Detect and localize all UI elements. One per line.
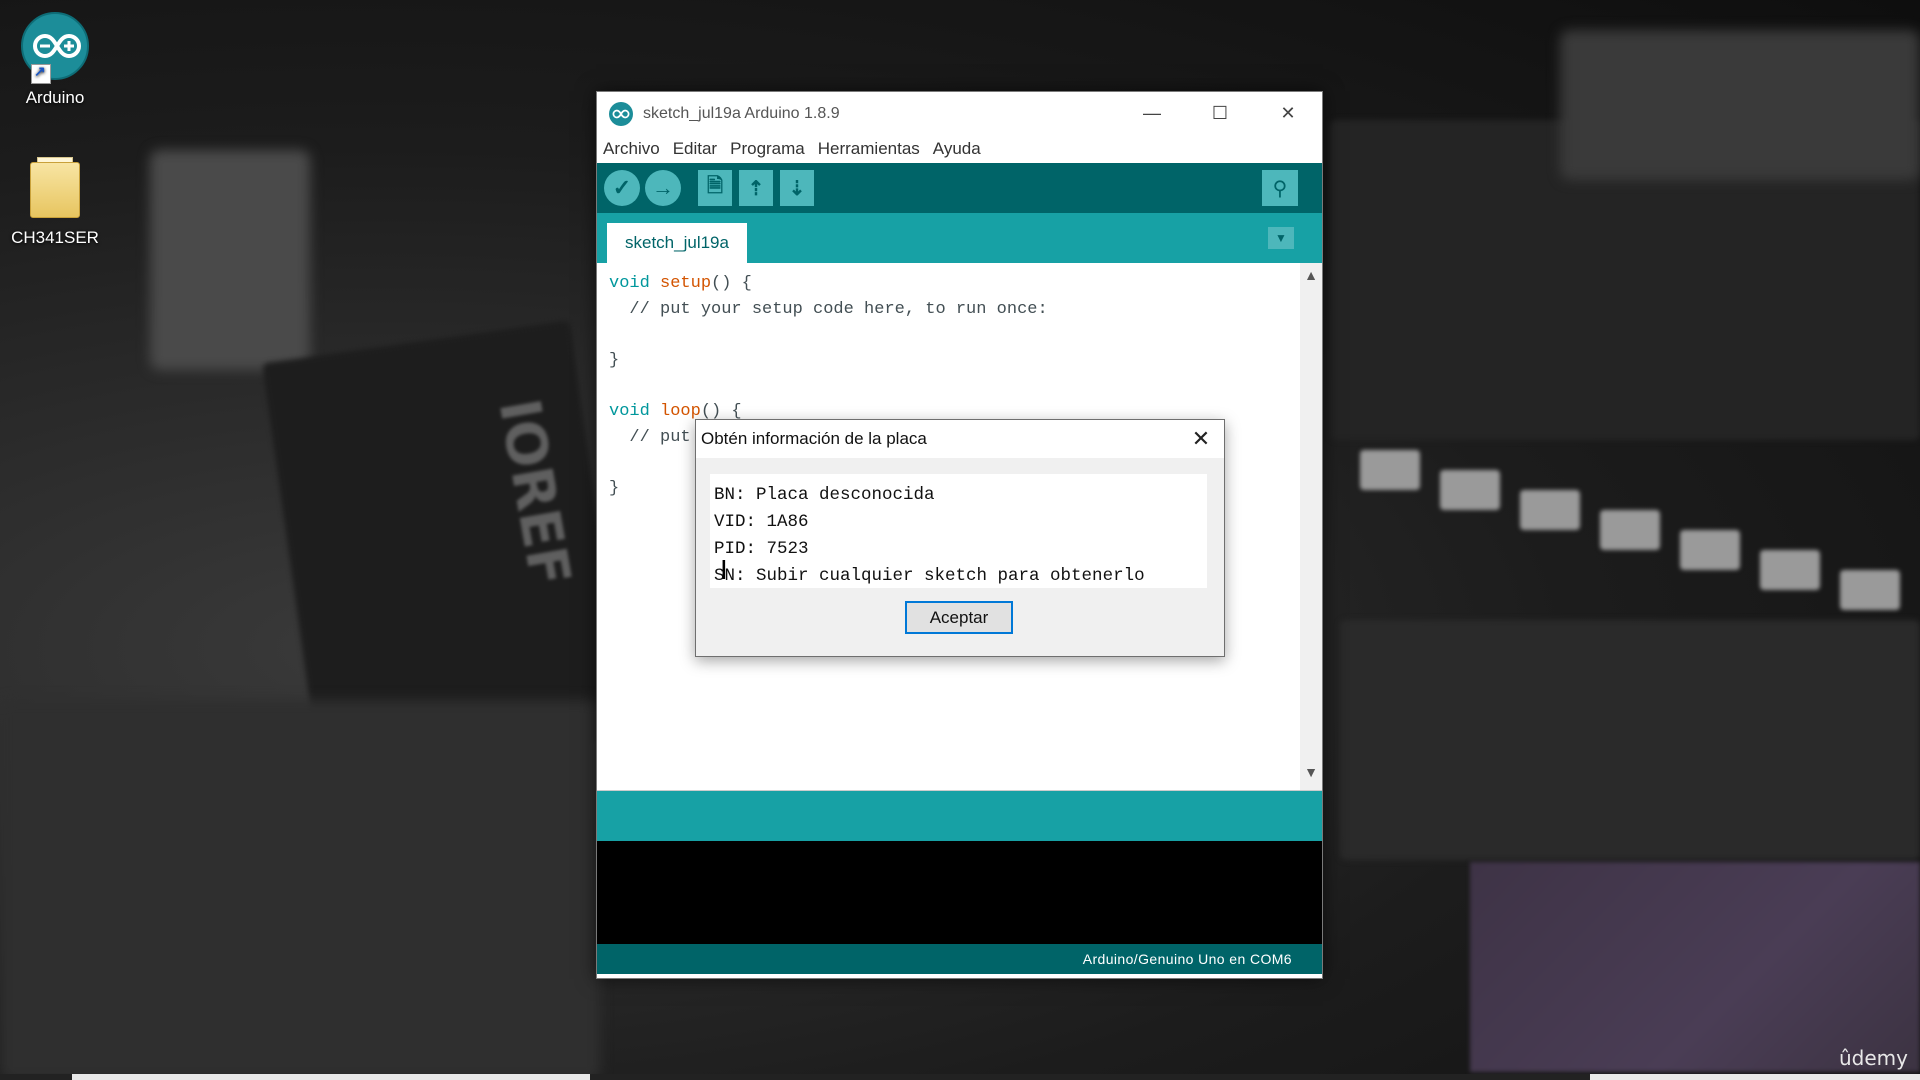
tab-menu-button[interactable]: ▼ <box>1268 227 1294 249</box>
window-titlebar[interactable]: sketch_jul19a Arduino 1.8.9 — ☐ ✕ <box>597 92 1322 135</box>
udemy-watermark: ûdemy <box>1839 1046 1908 1070</box>
dialog-titlebar[interactable]: Obtén información de la placa ✕ <box>696 420 1224 458</box>
toolbar: ✓ → 🗎 ⇡ ⇣ ⚲ <box>597 163 1322 213</box>
arrow-down-icon: ⇣ <box>788 177 806 200</box>
menu-bar: Archivo Editar Programa Herramientas Ayu… <box>597 135 1322 163</box>
chevron-down-icon: ▼ <box>1275 231 1287 245</box>
menu-herramientas[interactable]: Herramientas <box>818 139 920 159</box>
maximize-button[interactable]: ☐ <box>1186 92 1254 135</box>
board-status: Arduino/Genuino Uno en COM6 <box>597 944 1322 974</box>
window-title: sketch_jul19a Arduino 1.8.9 <box>643 104 840 122</box>
editor-scrollbar[interactable]: ▲ ▼ <box>1300 263 1322 790</box>
verify-button[interactable]: ✓ <box>604 170 640 206</box>
folder-icon <box>30 157 80 218</box>
close-button[interactable]: ✕ <box>1254 92 1322 135</box>
tab-bar: sketch_jul19a ▼ <box>597 213 1322 263</box>
serial-monitor-button[interactable]: ⚲ <box>1262 170 1298 206</box>
menu-editar[interactable]: Editar <box>673 139 717 159</box>
board-name-line: BN: Placa desconocida <box>714 485 935 505</box>
check-icon: ✓ <box>612 175 632 200</box>
board-info-text[interactable]: BN: Placa desconocida VID: 1A86 PID: 7523 S… <box>710 474 1207 588</box>
open-sketch-button[interactable]: ⇡ <box>739 170 773 206</box>
arduino-logo-icon <box>21 12 89 84</box>
upload-button[interactable]: → <box>645 170 681 206</box>
desktop-icon-ch341ser[interactable]: CH341SER <box>0 157 110 248</box>
text-cursor-icon: I <box>720 556 728 586</box>
pid-line: PID: 7523 <box>714 539 809 559</box>
minimize-button[interactable]: — <box>1118 92 1186 135</box>
scroll-up-icon[interactable]: ▲ <box>1300 267 1322 289</box>
dialog-close-button[interactable]: ✕ <box>1178 420 1224 458</box>
menu-archivo[interactable]: Archivo <box>603 139 660 159</box>
magnifier-icon: ⚲ <box>1272 177 1288 200</box>
document-icon: 🗎 <box>706 175 724 197</box>
desktop-icon-label: CH341SER <box>11 228 99 247</box>
status-bar <box>597 791 1322 841</box>
console-output[interactable] <box>597 841 1322 944</box>
accept-button[interactable]: Aceptar <box>905 601 1013 634</box>
vid-line: VID: 1A86 <box>714 512 809 532</box>
arduino-app-icon <box>609 101 633 126</box>
shortcut-arrow-icon <box>31 63 51 84</box>
arrow-up-icon: ⇡ <box>747 177 765 200</box>
tab-sketch[interactable]: sketch_jul19a <box>607 223 747 263</box>
arrow-right-icon: → <box>652 175 674 200</box>
menu-ayuda[interactable]: Ayuda <box>933 139 981 159</box>
menu-programa[interactable]: Programa <box>730 139 805 159</box>
scroll-down-icon[interactable]: ▼ <box>1300 764 1322 786</box>
close-icon: ✕ <box>1191 426 1211 451</box>
desktop-icon-arduino[interactable]: Arduino <box>0 12 110 108</box>
save-sketch-button[interactable]: ⇣ <box>780 170 814 206</box>
board-info-dialog: Obtén información de la placa ✕ BN: Plac… <box>695 419 1225 657</box>
serial-number-line: SN: Subir cualquier sketch para obtenerl… <box>714 566 1145 586</box>
dialog-title: Obtén información de la placa <box>701 429 927 448</box>
desktop-icon-label: Arduino <box>25 88 85 107</box>
new-sketch-button[interactable]: 🗎 <box>698 170 732 206</box>
